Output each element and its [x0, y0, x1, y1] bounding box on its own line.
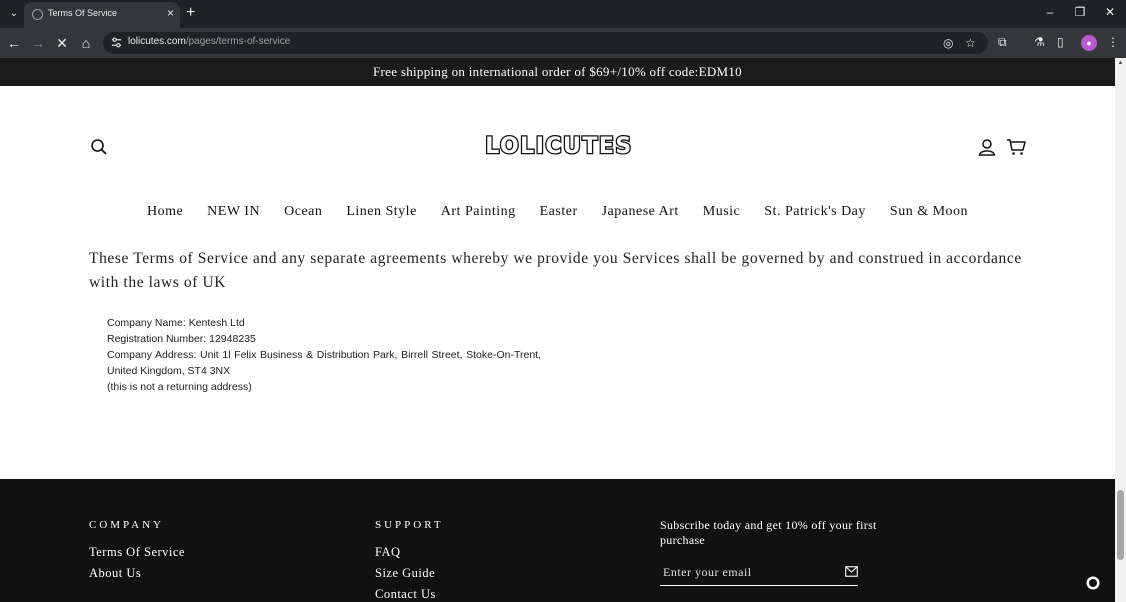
close-window-icon[interactable]: ✕ [1102, 5, 1118, 19]
nav-item-art-painting[interactable]: Art Painting [441, 204, 516, 219]
nav-item-st-patricks-day[interactable]: St. Patrick's Day [764, 204, 866, 219]
site-favicon-icon [32, 9, 43, 20]
nav-item-home[interactable]: Home [147, 204, 183, 219]
scroll-thumb[interactable] [1117, 490, 1124, 560]
restore-icon[interactable]: ❐ [1072, 5, 1088, 19]
announcement-bar: Free shipping on international order of … [0, 58, 1115, 86]
envelope-icon[interactable] [845, 566, 858, 577]
extensions-icon[interactable]: ⧉ [998, 35, 1007, 50]
footer-link-contact[interactable]: Contact Us [375, 587, 436, 602]
side-panel-icon[interactable]: ▯ [1057, 35, 1064, 49]
governing-law-paragraph: These Terms of Service and any separate … [89, 250, 1022, 291]
svg-text:LOLICUTES: LOLICUTES [485, 134, 633, 158]
footer-link-size-guide[interactable]: Size Guide [375, 566, 435, 581]
tab-title: Terms Of Service [48, 8, 118, 18]
site-info-icon[interactable] [111, 37, 122, 48]
footer-link-terms[interactable]: Terms Of Service [89, 545, 185, 560]
newsletter-form [660, 562, 858, 586]
browser-menu-icon[interactable]: ⋮ [1107, 35, 1119, 49]
profile-avatar[interactable]: ● [1081, 35, 1097, 51]
page-scrollbar[interactable]: ▲ [1115, 58, 1126, 602]
nav-item-linen-style[interactable]: Linen Style [346, 204, 416, 219]
company-address: Company Address: Unit 1l Felix Business … [107, 349, 541, 361]
tab-search-icon[interactable]: ⌄ [4, 5, 24, 23]
chat-widget-icon[interactable] [1086, 576, 1100, 590]
home-icon[interactable]: ⌂ [77, 34, 95, 52]
footer-link-about[interactable]: About Us [89, 566, 141, 581]
site-footer: COMPANY Terms Of Service About Us SUPPOR… [0, 479, 1115, 602]
nav-item-new-in[interactable]: NEW IN [207, 204, 260, 219]
nav-item-music[interactable]: Music [703, 204, 741, 219]
browser-tab[interactable]: Terms Of Service × [24, 2, 180, 28]
company-info: Company Name: Kentesh Ltd Registration N… [107, 315, 541, 395]
new-tab-icon[interactable]: + [186, 4, 195, 22]
chrome-labs-icon[interactable]: ⚗ [1034, 35, 1045, 49]
newsletter-email-input[interactable] [660, 562, 830, 582]
nav-item-ocean[interactable]: Ocean [284, 204, 322, 219]
site-logo[interactable]: LOLICUTES [482, 132, 636, 161]
newsletter-heading: Subscribe today and get 10% off your fir… [660, 518, 877, 547]
nav-item-easter[interactable]: Easter [540, 204, 578, 219]
close-tab-icon[interactable]: × [167, 6, 174, 20]
account-icon[interactable] [978, 138, 996, 156]
footer-link-faq[interactable]: FAQ [375, 545, 401, 560]
returning-address-note: (this is not a returning address) [107, 381, 252, 393]
company-name: Company Name: Kentesh Ltd [107, 317, 245, 329]
company-address-country: United Kingdom, ST4 3NX [107, 365, 231, 377]
minimize-icon[interactable]: – [1042, 5, 1058, 19]
cart-icon[interactable] [1006, 138, 1026, 156]
footer-company-heading: COMPANY [89, 519, 165, 531]
search-icon[interactable] [90, 138, 108, 156]
tracking-protection-icon[interactable]: ◎ [943, 36, 953, 50]
footer-support-heading: SUPPORT [375, 519, 444, 531]
forward-icon[interactable]: → [29, 34, 47, 52]
bookmark-star-icon[interactable]: ☆ [965, 36, 976, 50]
registration-number: Registration Number: 12948235 [107, 333, 256, 345]
scroll-up-icon[interactable]: ▲ [1117, 60, 1124, 66]
back-icon[interactable]: ← [5, 34, 23, 52]
browser-toolbar: ← → ✕ ⌂ lolicutes.com/pages/terms-of-ser… [0, 28, 1126, 58]
url-text: lolicutes.com/pages/terms-of-service [128, 36, 291, 47]
nav-item-japanese-art[interactable]: Japanese Art [602, 204, 679, 219]
address-bar[interactable]: lolicutes.com/pages/terms-of-service ◎ ☆ [103, 32, 988, 54]
main-navigation: Home NEW IN Ocean Linen Style Art Painti… [0, 204, 1115, 224]
stop-loading-icon[interactable]: ✕ [53, 34, 71, 52]
browser-tab-bar: ⌄ Terms Of Service × + – ❐ ✕ [0, 0, 1126, 28]
nav-item-sun-and-moon[interactable]: Sun & Moon [890, 204, 968, 219]
